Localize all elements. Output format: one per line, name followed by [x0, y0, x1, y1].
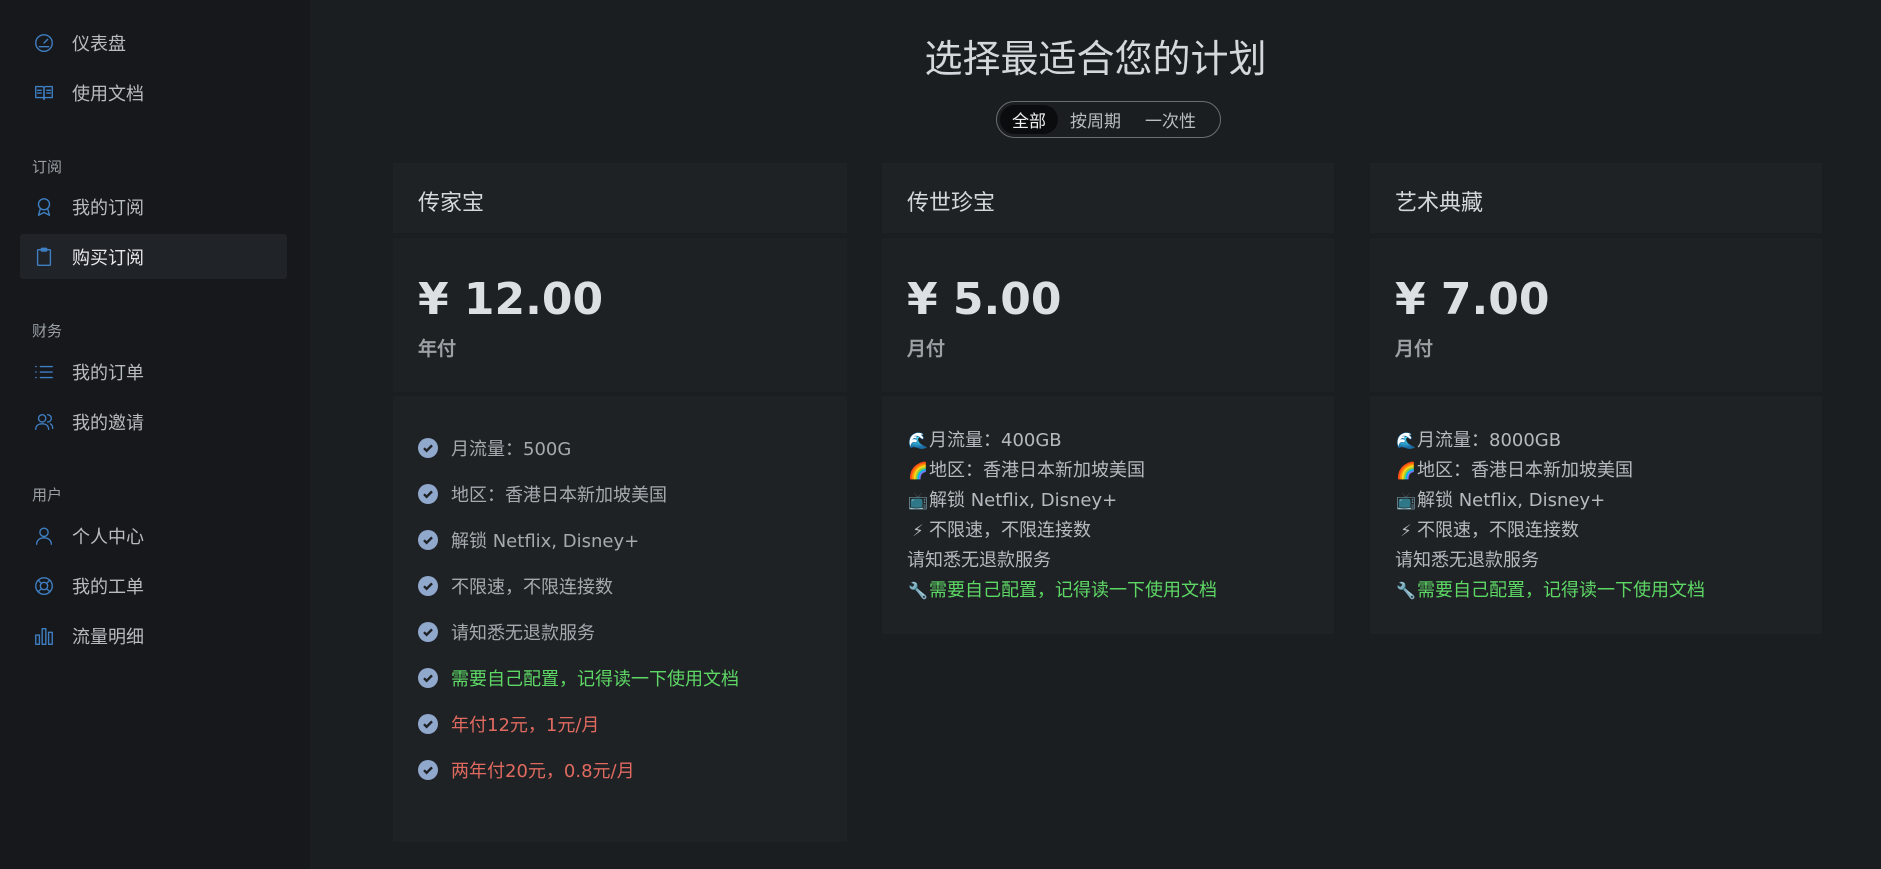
sidebar-item-label: 我的订单	[72, 362, 144, 384]
sidebar-item-buy-subscription[interactable]: 购买订阅	[20, 234, 287, 279]
feature-line: 🌊月流量：8000GB	[1395, 426, 1561, 456]
filter-option-periodic[interactable]: 按周期	[1058, 105, 1133, 134]
plan-card-features: 月流量：500G 地区：香港日本新加坡美国 解锁 Netflix, Disney…	[393, 396, 847, 842]
rainbow-icon: 🌈	[1396, 461, 1416, 480]
feature-item: 两年付20元，0.8元/月	[418, 757, 635, 783]
sidebar-item-tickets[interactable]: 我的工单	[20, 563, 287, 608]
clipboard-icon	[32, 245, 56, 269]
check-circle-icon	[418, 484, 438, 504]
book-icon	[32, 81, 56, 105]
feature-line: 请知悉无退款服务	[1395, 550, 1539, 571]
feature-line: 🔧需要自己配置，记得读一下使用文档	[907, 576, 1217, 606]
filter-option-all[interactable]: 全部	[1000, 105, 1058, 134]
plan-price: ¥ 12.00	[418, 274, 604, 325]
sidebar-item-label: 流量明细	[72, 626, 144, 648]
feature-item: 不限速，不限连接数	[418, 573, 613, 599]
wrench-icon: 🔧	[1396, 581, 1416, 600]
section-heading-subscription: 订阅	[32, 158, 63, 176]
plan-card-price[interactable]: ¥ 7.00 月付	[1370, 238, 1822, 392]
feature-item: 地区：香港日本新加坡美国	[418, 481, 667, 507]
sidebar-item-label: 我的订阅	[72, 197, 144, 219]
check-circle-icon	[418, 668, 438, 688]
plan-name: 传家宝	[418, 191, 485, 216]
wrench-icon: 🔧	[908, 581, 928, 600]
plan-period: 年付	[418, 338, 457, 360]
feature-line: 🔧需要自己配置，记得读一下使用文档	[1395, 576, 1705, 606]
sidebar-item-label: 使用文档	[72, 83, 144, 105]
sidebar-item-label: 个人中心	[72, 526, 144, 548]
plan-period: 月付	[1395, 338, 1434, 360]
plan-price: ¥ 5.00	[907, 274, 1062, 325]
plan-card-header[interactable]: 传家宝	[393, 163, 847, 233]
feature-item: 月流量：500G	[418, 435, 571, 461]
award-icon	[32, 195, 56, 219]
feature-line: 📺解锁 Netflix, Disney+	[1395, 486, 1605, 516]
feature-item: 解锁 Netflix, Disney+	[418, 527, 639, 553]
sidebar: 仪表盘 使用文档 订阅 我的订阅 购买订阅 财务 我的订单 我的邀请 用户 个人…	[0, 0, 310, 869]
check-circle-icon	[418, 714, 438, 734]
sidebar-item-label: 我的邀请	[72, 412, 144, 434]
sidebar-item-label: 仪表盘	[72, 33, 126, 55]
plan-card-price[interactable]: ¥ 12.00 年付	[393, 238, 847, 392]
list-icon	[32, 360, 56, 384]
users-icon	[32, 410, 56, 434]
feature-item: 需要自己配置，记得读一下使用文档	[418, 665, 739, 691]
check-circle-icon	[418, 622, 438, 642]
lightning-icon: ⚡	[1400, 521, 1412, 540]
check-circle-icon	[418, 576, 438, 596]
plan-card-price[interactable]: ¥ 5.00 月付	[882, 238, 1334, 392]
bar-chart-icon	[32, 624, 56, 648]
section-heading-finance: 财务	[32, 322, 63, 340]
tv-icon: 📺	[908, 491, 928, 510]
feature-line: 🌈地区：香港日本新加坡美国	[907, 456, 1145, 486]
plan-card-features: 🌊月流量：400GB 🌈地区：香港日本新加坡美国 📺解锁 Netflix, Di…	[882, 396, 1334, 634]
feature-item: 请知悉无退款服务	[418, 619, 595, 645]
check-circle-icon	[418, 760, 438, 780]
rainbow-icon: 🌈	[908, 461, 928, 480]
user-icon	[32, 524, 56, 548]
sidebar-item-dashboard[interactable]: 仪表盘	[20, 20, 287, 65]
lifebuoy-icon	[32, 574, 56, 598]
sidebar-item-label: 我的工单	[72, 576, 144, 598]
plan-filter-switch: 全部 按周期 一次性	[996, 101, 1221, 138]
feature-line: 🌊月流量：400GB	[907, 426, 1062, 456]
feature-line: 🌈地区：香港日本新加坡美国	[1395, 456, 1633, 486]
lightning-icon: ⚡	[912, 521, 924, 540]
tv-icon: 📺	[1396, 491, 1416, 510]
sidebar-item-my-orders[interactable]: 我的订单	[20, 349, 287, 394]
wave-icon: 🌊	[1396, 431, 1416, 450]
gauge-icon	[32, 31, 56, 55]
feature-line: ⚡ 不限速，不限连接数	[907, 516, 1091, 546]
plan-name: 传世珍宝	[907, 191, 996, 216]
sidebar-item-my-subscription[interactable]: 我的订阅	[20, 184, 287, 229]
check-circle-icon	[418, 530, 438, 550]
plan-card-features: 🌊月流量：8000GB 🌈地区：香港日本新加坡美国 📺解锁 Netflix, D…	[1370, 396, 1822, 634]
sidebar-item-label: 购买订阅	[72, 247, 144, 269]
plan-card-header[interactable]: 艺术典藏	[1370, 163, 1822, 233]
feature-line: 📺解锁 Netflix, Disney+	[907, 486, 1117, 516]
plan-card-header[interactable]: 传世珍宝	[882, 163, 1334, 233]
feature-item: 年付12元，1元/月	[418, 711, 599, 737]
plan-period: 月付	[907, 338, 946, 360]
sidebar-item-docs[interactable]: 使用文档	[20, 70, 287, 115]
wave-icon: 🌊	[908, 431, 928, 450]
sidebar-item-traffic-details[interactable]: 流量明细	[20, 613, 287, 658]
sidebar-item-profile[interactable]: 个人中心	[20, 513, 287, 558]
page-title: 选择最适合您的计划	[924, 37, 1267, 81]
filter-option-one-time[interactable]: 一次性	[1133, 105, 1208, 134]
plan-name: 艺术典藏	[1395, 191, 1484, 216]
check-circle-icon	[418, 438, 438, 458]
feature-line: 请知悉无退款服务	[907, 550, 1051, 571]
sidebar-item-my-invites[interactable]: 我的邀请	[20, 399, 287, 444]
feature-line: ⚡ 不限速，不限连接数	[1395, 516, 1579, 546]
section-heading-user: 用户	[32, 486, 63, 504]
plan-price: ¥ 7.00	[1395, 274, 1550, 325]
